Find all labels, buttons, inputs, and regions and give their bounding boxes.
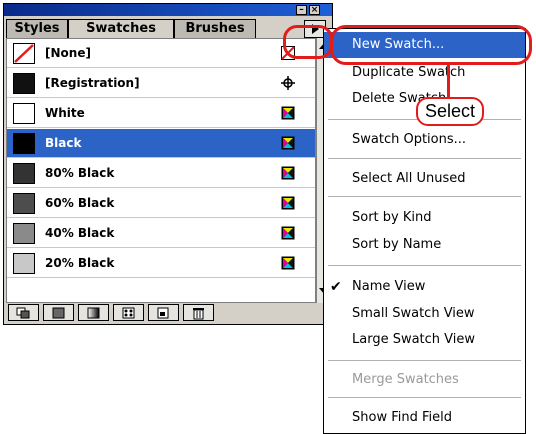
menu-separator xyxy=(328,265,521,266)
annotation-connector-line xyxy=(447,65,450,98)
menu-item-large-swatch-view[interactable]: Large Swatch View xyxy=(324,327,525,353)
show-all-glyph xyxy=(16,307,30,319)
show-pattern-glyph xyxy=(122,307,135,319)
annotation-highlight-menu-button xyxy=(283,25,333,59)
menu-item-sort-by-name[interactable]: Sort by Name xyxy=(324,232,525,258)
palette-flyout-menu: New Swatch... Duplicate Swatch Delete Sw… xyxy=(323,28,526,434)
swatch-name: Black xyxy=(45,136,82,150)
swatch-row-60-black[interactable]: 60% Black xyxy=(7,189,315,218)
show-gradient-glyph xyxy=(87,307,100,319)
menu-item-select-all-unused[interactable]: Select All Unused xyxy=(324,166,525,192)
swatch-chip xyxy=(13,163,35,184)
palette-title-bar[interactable]: – × xyxy=(4,4,332,16)
menu-separator xyxy=(328,196,521,197)
menu-separator xyxy=(328,158,521,159)
process-color-icon xyxy=(281,226,295,240)
swatch-row-registration[interactable]: [Registration] xyxy=(7,69,315,98)
swatch-chip xyxy=(13,133,35,154)
swatch-chip xyxy=(13,43,35,64)
swatch-name: 20% Black xyxy=(45,256,115,270)
process-color-icon xyxy=(281,136,295,150)
swatch-name: [Registration] xyxy=(45,76,140,90)
menu-separator xyxy=(328,360,521,361)
show-pattern-icon[interactable] xyxy=(113,304,144,321)
menu-item-merge-swatches: Merge Swatches xyxy=(352,372,459,387)
trash-glyph xyxy=(193,308,204,320)
swatch-name: White xyxy=(45,106,85,120)
swatch-name: 80% Black xyxy=(45,166,115,180)
swatch-chip xyxy=(13,103,35,124)
swatch-row-40-black[interactable]: 40% Black xyxy=(7,219,315,248)
new-swatch-icon[interactable] xyxy=(148,304,179,321)
swatch-chip xyxy=(13,223,35,244)
show-all-icon[interactable] xyxy=(8,304,39,321)
process-color-icon xyxy=(281,106,295,120)
swatch-row-white[interactable]: White xyxy=(7,99,315,128)
menu-item-show-find-field[interactable]: Show Find Field xyxy=(324,405,525,431)
swatch-chip xyxy=(13,253,35,274)
show-color-glyph xyxy=(52,307,65,319)
tab-swatches[interactable]: Swatches xyxy=(68,19,174,39)
registration-icon xyxy=(281,76,295,90)
tab-brushes[interactable]: Brushes xyxy=(174,19,256,38)
annotation-highlight-new-swatch xyxy=(330,25,532,65)
swatch-row-80-black[interactable]: 80% Black xyxy=(7,159,315,188)
menu-item-swatch-options[interactable]: Swatch Options... xyxy=(324,127,525,153)
swatch-name: [None] xyxy=(45,46,91,60)
minimize-icon[interactable]: – xyxy=(296,5,307,15)
none-swatch-icon xyxy=(14,44,34,63)
annotation-callout: Select xyxy=(416,97,484,126)
swatch-row-none[interactable]: [None] xyxy=(7,39,315,68)
palette-bottom-bar xyxy=(6,303,332,323)
process-color-icon xyxy=(281,166,295,180)
process-color-icon xyxy=(281,196,295,210)
menu-item-name-view[interactable]: Name View xyxy=(324,274,525,300)
show-gradient-icon[interactable] xyxy=(78,304,109,321)
menu-item-sort-by-kind[interactable]: Sort by Kind xyxy=(324,205,525,231)
swatch-row-black[interactable]: Black xyxy=(7,129,315,158)
swatch-name: 40% Black xyxy=(45,226,115,240)
show-color-icon[interactable] xyxy=(43,304,74,321)
swatch-name: 60% Black xyxy=(45,196,115,210)
swatch-list: [None] [Registration] White Black 80% Bl… xyxy=(6,38,316,303)
swatch-row-20-black[interactable]: 20% Black xyxy=(7,249,315,278)
menu-separator xyxy=(328,397,521,398)
process-color-icon xyxy=(281,256,295,270)
swatch-chip xyxy=(13,193,35,214)
close-icon[interactable]: × xyxy=(309,5,320,15)
tab-styles[interactable]: Styles xyxy=(6,19,68,38)
delete-icon[interactable] xyxy=(183,304,214,321)
new-swatch-glyph xyxy=(157,307,169,319)
menu-item-small-swatch-view[interactable]: Small Swatch View xyxy=(324,301,525,327)
swatch-chip xyxy=(13,73,35,94)
